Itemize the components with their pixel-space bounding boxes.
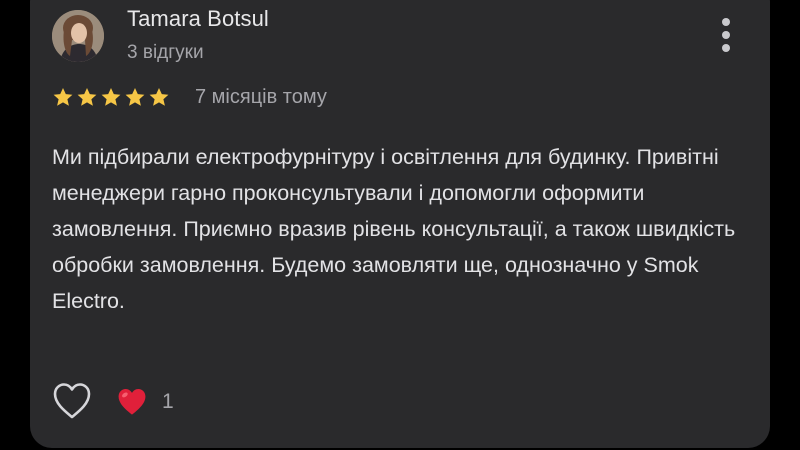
red-heart-icon <box>118 388 146 415</box>
review-date: 7 місяців тому <box>195 86 327 108</box>
star-icon <box>101 88 121 106</box>
star-rating <box>52 86 170 108</box>
avatar-image <box>52 10 104 62</box>
review-count: 3 відгуки <box>127 42 204 63</box>
reaction-count: 1 <box>162 390 174 413</box>
star-icon <box>125 88 145 106</box>
more-vert-icon-dot <box>722 31 730 39</box>
star-icon <box>149 88 169 106</box>
star-icon <box>77 88 97 106</box>
heart-reaction[interactable]: 1 <box>116 384 174 420</box>
more-vert-icon-dot <box>722 18 730 26</box>
more-options-button[interactable] <box>712 14 740 56</box>
avatar[interactable] <box>52 10 104 62</box>
star-icon <box>53 88 73 106</box>
reviewer-name[interactable]: Tamara Botsul <box>127 6 269 32</box>
like-button[interactable] <box>52 382 92 420</box>
more-vert-icon-dot <box>722 44 730 52</box>
heart-outline-icon <box>53 383 91 419</box>
review-text: Ми підбирали електрофурнітуру і освітлен… <box>52 145 736 313</box>
